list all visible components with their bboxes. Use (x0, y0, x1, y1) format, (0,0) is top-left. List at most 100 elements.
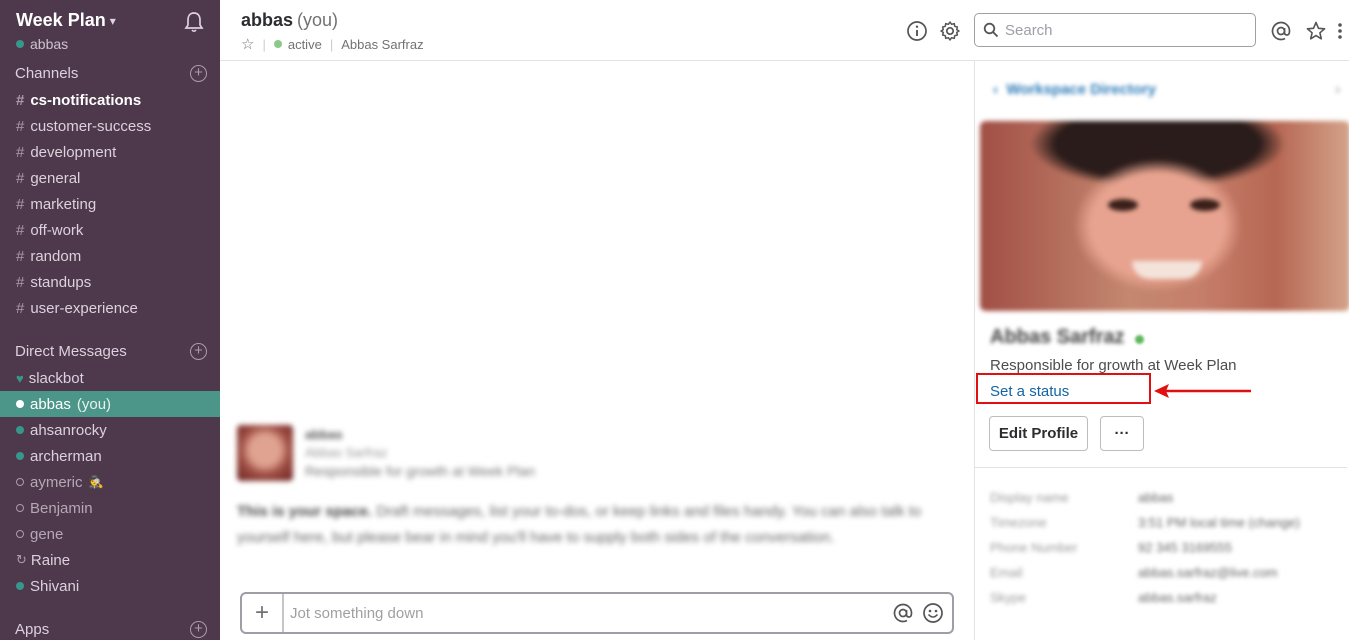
workspace-directory-link[interactable]: ‹ Workspace Directory (993, 81, 1156, 98)
profile-field-row: Email abbas.sarfraz@live.com (990, 560, 1335, 585)
sidebar-item-channel[interactable]: # customer-success (0, 113, 220, 139)
annotation-arrow-icon (1154, 384, 1251, 398)
avatar (237, 425, 293, 481)
presence-dot (16, 504, 24, 512)
channels-header[interactable]: Channels + (15, 65, 207, 82)
you-label: (you) (297, 10, 339, 30)
add-dm-icon[interactable]: + (190, 343, 207, 360)
intro-name: abbas (305, 427, 343, 442)
dm-label: Direct Messages (15, 343, 127, 360)
hash-icon: # (16, 273, 25, 291)
profile-field-row: Skype abbas.sarfraz (990, 585, 1335, 610)
channel-name: cs-notifications (30, 91, 142, 109)
channel-name: off-work (30, 221, 84, 239)
mentions-icon[interactable] (1270, 20, 1292, 42)
star-icon[interactable] (1305, 20, 1327, 42)
dm-name: gene (30, 525, 64, 543)
channel-name: user-experience (30, 299, 138, 317)
sidebar-item-channel[interactable]: # general (0, 165, 220, 191)
sidebar-item-dm[interactable]: gene (0, 521, 220, 547)
profile-field-row: Timezone 3:51 PM local time (change) (990, 510, 1335, 535)
sidebar-item-dm[interactable]: ♥ slackbot (0, 365, 220, 391)
add-app-icon[interactable]: + (190, 621, 207, 638)
dm-name: Shivani (30, 577, 80, 595)
sidebar-item-dm[interactable]: ahsanrocky (0, 417, 220, 443)
hash-icon: # (16, 299, 25, 317)
presence-status: active (287, 36, 322, 52)
gear-icon[interactable] (939, 20, 961, 42)
profile-fields: Display name abbas Timezone 3:51 PM local t… (990, 485, 1335, 610)
search-icon (983, 22, 999, 38)
presence-dot (16, 452, 24, 460)
current-user-row[interactable]: abbas (16, 36, 68, 52)
you-label: (you) (76, 395, 112, 413)
conversation-name: abbas (241, 10, 294, 30)
edit-profile-button[interactable]: Edit Profile (989, 416, 1088, 451)
sidebar-item-channel[interactable]: # cs-notifications (0, 87, 220, 113)
sidebar-item-channel[interactable]: # off-work (0, 217, 220, 243)
chevron-down-icon: ▾ (109, 13, 116, 28)
sidebar-item-channel[interactable]: # development (0, 139, 220, 165)
apps-header[interactable]: Apps + (15, 621, 207, 638)
bell-icon[interactable] (184, 11, 204, 33)
sidebar: Week Plan ▾ abbas Channels + # cs-notific… (0, 0, 220, 640)
info-icon[interactable] (906, 20, 928, 42)
search-input[interactable] (1005, 21, 1245, 39)
channel-header: abbas (you) ☆ | active | Abbas Sarfraz (220, 0, 1349, 61)
more-vertical-icon[interactable] (1335, 20, 1345, 42)
sidebar-item-dm[interactable]: Shivani (0, 573, 220, 599)
profile-panel: ‹ Workspace Directory › Abbas Sarfraz Re… (974, 61, 1349, 640)
presence-dot (273, 40, 282, 48)
dm-name: abbas (30, 395, 71, 413)
profile-field-row: Display name abbas (990, 485, 1335, 510)
field-label: Email (990, 565, 1023, 580)
sidebar-item-dm[interactable]: abbas (you) (0, 391, 220, 417)
dm-list: ♥ slackbot abbas (you) ahsanrocky archerman ay… (0, 365, 220, 599)
emoji-icon[interactable] (922, 602, 944, 624)
close-panel-icon[interactable]: › (1335, 81, 1340, 99)
field-label: Skype (990, 590, 1027, 605)
star-icon[interactable]: ☆ (241, 35, 254, 53)
field-value: abbas.sarfraz@live.com (1138, 565, 1278, 580)
intro-text: This is your space. Draft messages, list… (237, 499, 937, 551)
add-channel-icon[interactable]: + (190, 65, 207, 82)
hash-icon: # (16, 143, 25, 161)
presence-dot (16, 582, 24, 590)
message-input[interactable] (290, 604, 892, 622)
channel-list: # cs-notifications # customer-success # devel… (0, 87, 220, 321)
field-label: Phone Number (990, 540, 1078, 555)
dm-header[interactable]: Direct Messages + (15, 343, 207, 360)
dm-name: Benjamin (30, 499, 93, 517)
presence-dot (1135, 335, 1144, 344)
message-pane: abbas Abbas Sarfraz Responsible for grow… (220, 61, 974, 640)
presence-dot (16, 40, 24, 48)
mention-icon[interactable] (892, 602, 914, 624)
current-user-name: abbas (30, 36, 69, 52)
sidebar-item-dm[interactable]: archerman (0, 443, 220, 469)
dm-name: Raine (30, 551, 71, 569)
message-composer: + (240, 592, 954, 634)
channels-label: Channels (15, 65, 79, 82)
hash-icon: # (16, 195, 25, 213)
apps-label: Apps (15, 621, 50, 638)
sidebar-item-channel[interactable]: # random (0, 243, 220, 269)
profile-title: Responsible for growth at Week Plan (990, 357, 1237, 374)
channel-name: general (30, 169, 81, 187)
sidebar-item-dm[interactable]: ↻ Raine (0, 547, 220, 573)
sidebar-item-dm[interactable]: aymeric 🕵 (0, 469, 220, 495)
channel-name: random (30, 247, 82, 265)
sidebar-item-channel[interactable]: # user-experience (0, 295, 220, 321)
presence-dot (16, 426, 24, 434)
sidebar-item-channel[interactable]: # standups (0, 269, 220, 295)
add-attachment-button[interactable]: + (242, 594, 284, 632)
channel-name: standups (30, 273, 92, 291)
dm-name: slackbot (28, 369, 84, 387)
intro-title: Responsible for growth at Week Plan (305, 463, 536, 479)
sidebar-item-dm[interactable]: Benjamin (0, 495, 220, 521)
sidebar-item-channel[interactable]: # marketing (0, 191, 220, 217)
workspace-switcher[interactable]: Week Plan ▾ (16, 10, 116, 31)
workspace-name: Week Plan (16, 10, 106, 30)
more-actions-button[interactable]: ··· (1100, 416, 1144, 451)
hash-icon: # (16, 91, 25, 109)
search-box[interactable] (974, 13, 1256, 47)
